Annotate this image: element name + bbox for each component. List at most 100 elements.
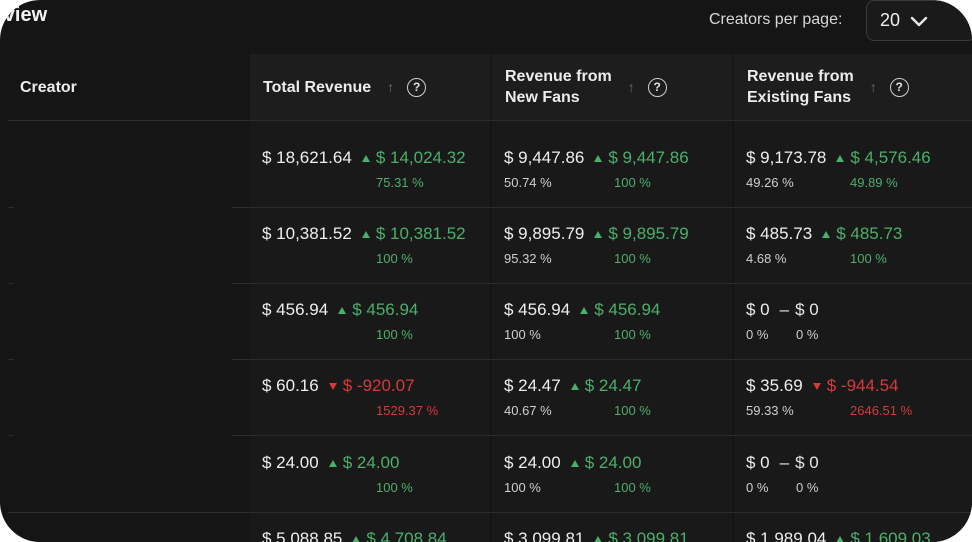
table-cell-new: $ 9,447.86 $ 9,447.86 50.74 % 100 %: [504, 148, 689, 190]
delta-value: $ 24.00: [584, 453, 642, 472]
delta-percent: 100 %: [614, 175, 651, 190]
revenue-value: $ 5,088.85: [262, 529, 343, 542]
table-cell-existing: $ 0– $ 0 0 % 0 %: [746, 300, 819, 342]
trend-up-icon: [570, 459, 579, 467]
delta-value: $ 3,099.81: [608, 529, 689, 542]
revenue-value: $ 9,173.78: [746, 148, 827, 167]
delta-value: $ 14,024.32: [375, 148, 466, 167]
row-divider: [232, 207, 972, 208]
table-cell-new: $ 24.00 $ 24.00 100 % 100 %: [504, 453, 651, 495]
cell-main: $ 9,895.79 $ 9,895.79: [504, 224, 689, 244]
cell-main: $ 10,381.52 $ 10,381.52: [262, 224, 466, 244]
revenue-value: $ 3,099.81: [504, 529, 585, 542]
trend-up-icon: [580, 306, 589, 314]
column-header-label: Revenue from New Fans: [505, 68, 612, 106]
column-header-label: Total Revenue: [263, 78, 372, 96]
column-header-label: Revenue from Existing Fans: [747, 68, 854, 106]
table-cell-total: $ 18,621.64 $ 14,024.32 75.31 %: [262, 148, 466, 190]
revenue-share: 0 %: [746, 327, 769, 342]
revenue-delta: $ 456.94: [338, 300, 418, 320]
column-header-new-fans[interactable]: Revenue from New Fans ↑ ?: [492, 54, 732, 120]
delta-value: $ 456.94: [594, 300, 661, 319]
cell-main: $ 35.69 $ -944.54: [746, 376, 899, 396]
trend-up-icon: [594, 154, 603, 162]
delta-value: $ 456.94: [352, 300, 419, 319]
table-cell-existing: $ 485.73 $ 485.73 4.68 % 100 %: [746, 224, 902, 266]
delta-value: $ 0: [795, 300, 819, 319]
table-cell-total: $ 60.16 $ -920.07 1529.37 %: [262, 376, 438, 418]
trend-up-icon: [594, 230, 603, 238]
table-cell-total: $ 24.00 $ 24.00 100 %: [262, 453, 413, 495]
row-divider-tick: [8, 359, 14, 360]
delta-value: $ 485.73: [836, 224, 903, 243]
cell-main: $ 485.73 $ 485.73: [746, 224, 902, 244]
sort-arrow-icon[interactable]: ↑: [628, 77, 635, 98]
revenue-share: 100 %: [504, 327, 541, 342]
revenue-value: $ 0: [746, 453, 770, 472]
revenue-share: 59.33 %: [746, 403, 794, 418]
row-divider: [8, 512, 972, 513]
revenue-share: 95.32 %: [504, 251, 552, 266]
sort-arrow-icon[interactable]: ↑: [387, 77, 394, 98]
table-cell-new: $ 456.94 $ 456.94 100 % 100 %: [504, 300, 661, 342]
app-frame: rview Creators per page: 20 Creator Tota…: [0, 0, 972, 542]
delta-percent: 100 %: [376, 480, 413, 495]
column-header-total-revenue[interactable]: Total Revenue ↑ ?: [250, 54, 490, 120]
table-cell-total: $ 5,088.85 $ 4,708.84: [262, 529, 447, 542]
cell-main: $ 1,989.04 $ 1,609.03: [746, 529, 931, 542]
row-divider-tick: [8, 283, 14, 284]
revenue-delta: $ 3,099.81: [594, 529, 689, 542]
delta-value: $ 9,895.79: [608, 224, 689, 243]
delta-value: $ 24.00: [342, 453, 400, 472]
trend-up-icon: [570, 382, 579, 390]
revenue-value: $ 0: [746, 300, 770, 319]
header-divider: [8, 120, 972, 121]
table-cell-new: $ 3,099.81 $ 3,099.81: [504, 529, 689, 542]
cell-main: $ 0– $ 0: [746, 453, 819, 473]
trend-up-icon: [836, 154, 845, 162]
trend-flat-icon: –: [779, 300, 790, 319]
revenue-delta: $ 4,708.84: [352, 529, 447, 542]
delta-value: $ 0: [795, 453, 819, 472]
cell-main: $ 456.94 $ 456.94: [262, 300, 418, 320]
help-icon[interactable]: ?: [407, 77, 427, 97]
delta-value: $ 9,447.86: [608, 148, 689, 167]
revenue-value: $ 60.16: [262, 376, 319, 395]
trend-up-icon: [836, 535, 845, 542]
table-cell-existing: $ 0– $ 00 % 0 %: [746, 453, 819, 495]
delta-percent: 100 %: [614, 251, 651, 266]
delta-percent: 0 %: [796, 327, 819, 342]
revenue-delta: $ -944.54: [812, 376, 899, 396]
table-header: Creator Total Revenue ↑ ? Revenue from N…: [0, 54, 972, 120]
delta-percent: 100 %: [850, 251, 887, 266]
sort-arrow-icon[interactable]: ↑: [870, 77, 877, 98]
delta-percent: 0 %: [796, 480, 819, 495]
revenue-share: 50.74 %: [504, 175, 552, 190]
delta-percent: 75.31 %: [376, 175, 424, 190]
row-divider: [232, 435, 972, 436]
delta-percent: 2646.51 %: [850, 403, 913, 418]
delta-value: $ 24.47: [584, 376, 642, 395]
help-icon[interactable]: ?: [889, 77, 909, 97]
revenue-delta: $ -920.07: [328, 376, 415, 396]
revenue-delta: $ 10,381.52: [361, 224, 466, 244]
column-header-creator[interactable]: Creator: [20, 54, 77, 120]
cell-main: $ 3,099.81 $ 3,099.81: [504, 529, 689, 542]
cell-main: $ 60.16 $ -920.07: [262, 376, 415, 396]
table-cell-new: $ 9,895.79 $ 9,895.79 95.32 % 100 %: [504, 224, 689, 266]
delta-value: $ 4,708.84: [366, 529, 447, 542]
table-cell-existing: $ 1,989.04 $ 1,609.03: [746, 529, 931, 542]
revenue-share: 100 %: [504, 480, 541, 495]
per-page-label: Creators per page:: [709, 11, 843, 28]
column-header-existing-fans[interactable]: Revenue from Existing Fans ↑ ?: [734, 54, 972, 120]
revenue-delta: $ 24.00: [328, 453, 400, 473]
table-cell-existing: $ 9,173.78 $ 4,576.46 49.26 % 49.89 %: [746, 148, 931, 190]
row-divider-tick: [8, 435, 14, 436]
per-page-select[interactable]: 20: [866, 0, 972, 41]
revenue-delta: $ 24.00: [570, 453, 642, 473]
trend-up-icon: [594, 535, 603, 542]
revenue-delta: $ 9,895.79: [594, 224, 689, 244]
revenue-delta: $ 1,609.03: [836, 529, 931, 542]
help-icon[interactable]: ?: [647, 77, 667, 97]
revenue-delta: $ 485.73: [822, 224, 902, 244]
